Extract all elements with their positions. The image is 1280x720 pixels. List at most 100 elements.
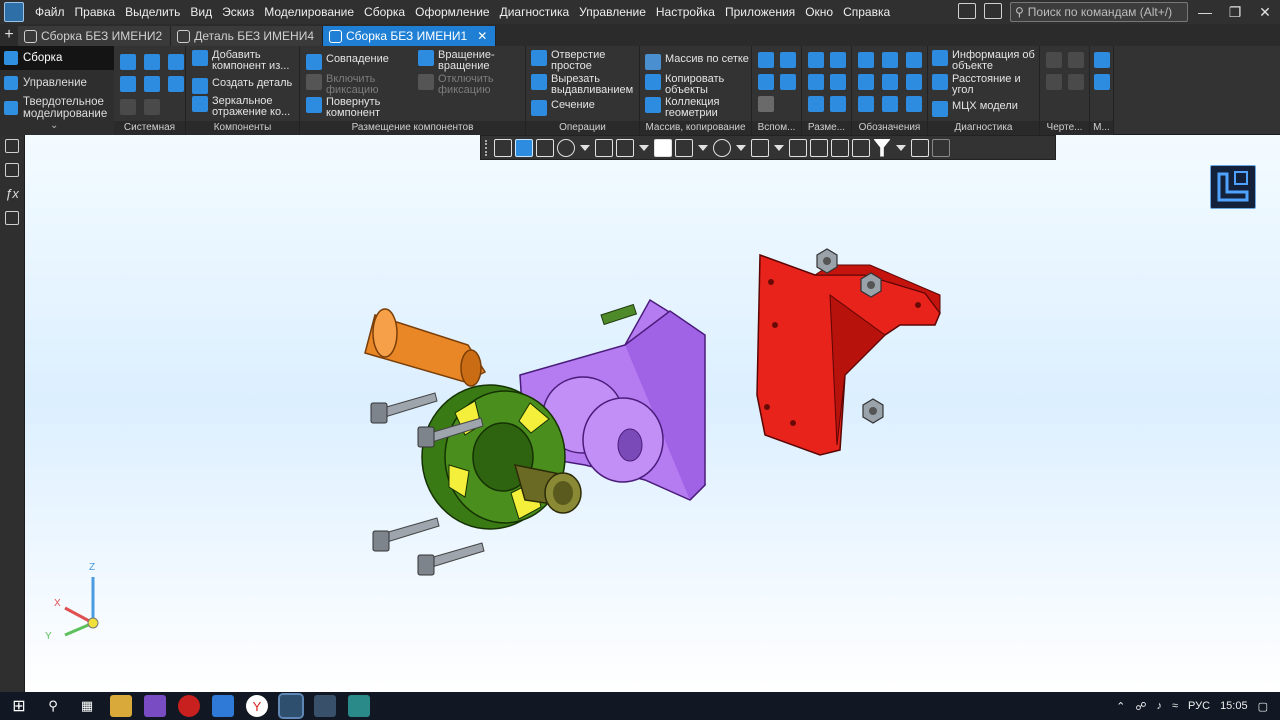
mirror-component-button[interactable]: Зеркальное отражение ко... — [192, 96, 294, 118]
volume-icon[interactable]: ♪ — [1156, 700, 1162, 712]
aux-plane-icon[interactable] — [758, 52, 774, 68]
mass-properties-button[interactable]: МЦХ модели — [932, 101, 1018, 117]
grid-pattern-button[interactable]: Массив по сетке — [645, 54, 749, 70]
distance-angle-button[interactable]: Расстояние и угол — [932, 74, 1026, 96]
bolt-1[interactable] — [370, 392, 438, 424]
window-icon[interactable] — [314, 695, 336, 717]
coincidence-button[interactable]: Совпадение — [306, 54, 389, 70]
chevron-down-icon[interactable]: ⌄ — [50, 120, 58, 131]
rotation-rotation-button[interactable]: Вращение-вращение — [418, 50, 498, 72]
mark-icon[interactable] — [906, 74, 922, 90]
chevron-up-icon[interactable]: ⌃ — [1116, 700, 1125, 713]
simple-hole-button[interactable]: Отверстие простое — [531, 50, 615, 72]
properties-panel-icon[interactable] — [5, 163, 19, 177]
rotate-component-button[interactable]: Повернуть компонент — [306, 97, 386, 119]
bolt-3[interactable] — [372, 517, 440, 552]
file-explorer-icon[interactable] — [110, 695, 132, 717]
leader-icon[interactable] — [882, 52, 898, 68]
menu-apps[interactable]: Приложения — [720, 0, 800, 24]
command-search-input[interactable]: ⚲ Поиск по командам (Alt+/) — [1010, 2, 1188, 22]
add-component-button[interactable]: Добавить компонент из... — [192, 50, 294, 72]
panels-icon[interactable] — [984, 3, 1002, 19]
save-icon[interactable] — [168, 54, 184, 70]
geometry-collection-button[interactable]: Коллекция геометрии — [645, 97, 729, 119]
drawing-export-icon[interactable] — [1068, 74, 1084, 90]
open-folder-icon[interactable] — [144, 54, 160, 70]
menu-design[interactable]: Оформление — [410, 0, 494, 24]
menu-edit[interactable]: Правка — [70, 0, 121, 24]
menu-file[interactable]: Файл — [30, 0, 70, 24]
tree-icon[interactable] — [5, 139, 19, 153]
save-as-icon[interactable] — [168, 76, 184, 92]
recorder-icon[interactable] — [348, 695, 370, 717]
arc-dim-icon[interactable] — [830, 96, 846, 112]
section-button[interactable]: Сечение — [531, 100, 595, 116]
menu-help[interactable]: Справка — [838, 0, 895, 24]
angular-dim-icon[interactable] — [830, 74, 846, 90]
bolt-4[interactable] — [417, 542, 485, 576]
text-icon[interactable] — [882, 96, 898, 112]
object-info-button[interactable]: Информация об объекте — [932, 50, 1040, 72]
menu-assembly[interactable]: Сборка — [359, 0, 410, 24]
cut-extrude-button[interactable]: Вырезать выдавливанием — [531, 74, 637, 96]
task-view-icon[interactable]: ▦ — [76, 695, 98, 717]
clock[interactable]: 15:05 — [1220, 700, 1248, 712]
enable-fix-button[interactable]: Включить фиксацию — [306, 74, 386, 96]
tab-assembly-1[interactable]: Сборка БЕЗ ИМЕНИ1 ✕ — [323, 26, 497, 46]
yandex-browser-icon[interactable]: Y — [246, 695, 268, 717]
edit-macro-icon[interactable] — [1094, 74, 1110, 90]
menu-modeling[interactable]: Моделирование — [259, 0, 359, 24]
assembly-model[interactable] — [25, 135, 1280, 692]
menu-diagnostics[interactable]: Диагностика — [495, 0, 575, 24]
aux-point-icon[interactable] — [758, 74, 774, 90]
search-icon[interactable]: ⚲ — [42, 695, 64, 717]
diameter-dim-icon[interactable] — [830, 52, 846, 68]
tab-assembly-2[interactable]: Сборка БЕЗ ИМЕНИ2 — [18, 26, 172, 46]
base-icon[interactable] — [858, 74, 874, 90]
nut-1[interactable] — [816, 248, 838, 274]
roughness-icon[interactable] — [858, 52, 874, 68]
radial-dim-icon[interactable] — [808, 74, 824, 90]
menu-settings[interactable]: Настройка — [651, 0, 720, 24]
menu-view[interactable]: Вид — [185, 0, 217, 24]
menu-window[interactable]: Окно — [800, 0, 838, 24]
bracket-part[interactable] — [756, 253, 941, 456]
weld-icon[interactable] — [858, 96, 874, 112]
dim-icon[interactable] — [808, 96, 824, 112]
tolerance-icon[interactable] — [882, 74, 898, 90]
nut-3[interactable] — [862, 398, 884, 424]
create-part-button[interactable]: Создать деталь — [192, 78, 292, 94]
mode-control[interactable]: Управление — [0, 73, 114, 93]
drawing-sheet-icon[interactable] — [1068, 52, 1084, 68]
new-tab-icon[interactable]: + — [0, 24, 18, 46]
aux-axis-icon[interactable] — [780, 52, 796, 68]
mode-assembly[interactable]: Сборка — [0, 46, 114, 70]
minimize-icon[interactable]: — — [1190, 0, 1220, 24]
menu-sketch[interactable]: Эскиз — [217, 0, 259, 24]
notifications-icon[interactable]: ▢ — [1258, 700, 1268, 713]
drawing-view-icon[interactable] — [1046, 52, 1062, 68]
tab-part-4[interactable]: Деталь БЕЗ ИМЕНИ4 — [171, 26, 324, 46]
mode-solid[interactable]: Твердотельное моделирование — [0, 93, 114, 123]
model-viewport[interactable]: Z X Y — [25, 135, 1280, 692]
menu-control[interactable]: Управление — [574, 0, 651, 24]
layout-icon[interactable] — [958, 3, 976, 19]
aux-line-icon[interactable] — [758, 96, 774, 112]
linear-dim-icon[interactable] — [808, 52, 824, 68]
wifi-icon[interactable]: ≈ — [1172, 700, 1178, 712]
drawing-spec-icon[interactable] — [1046, 74, 1062, 90]
telegram-icon[interactable] — [212, 695, 234, 717]
properties-icon[interactable] — [144, 76, 160, 92]
language-indicator[interactable]: РУС — [1188, 700, 1210, 712]
print-icon[interactable] — [120, 76, 136, 92]
menu-select[interactable]: Выделить — [120, 0, 185, 24]
position-icon[interactable] — [906, 52, 922, 68]
nut-2[interactable] — [860, 272, 882, 298]
close-window-icon[interactable]: ✕ — [1250, 0, 1280, 24]
app-icon[interactable] — [144, 695, 166, 717]
kompas-icon[interactable] — [278, 693, 304, 719]
menu-list-icon[interactable] — [5, 211, 19, 225]
network-icon[interactable]: ☍ — [1135, 700, 1146, 713]
undo-icon[interactable] — [120, 99, 136, 115]
new-file-icon[interactable] — [120, 54, 136, 70]
